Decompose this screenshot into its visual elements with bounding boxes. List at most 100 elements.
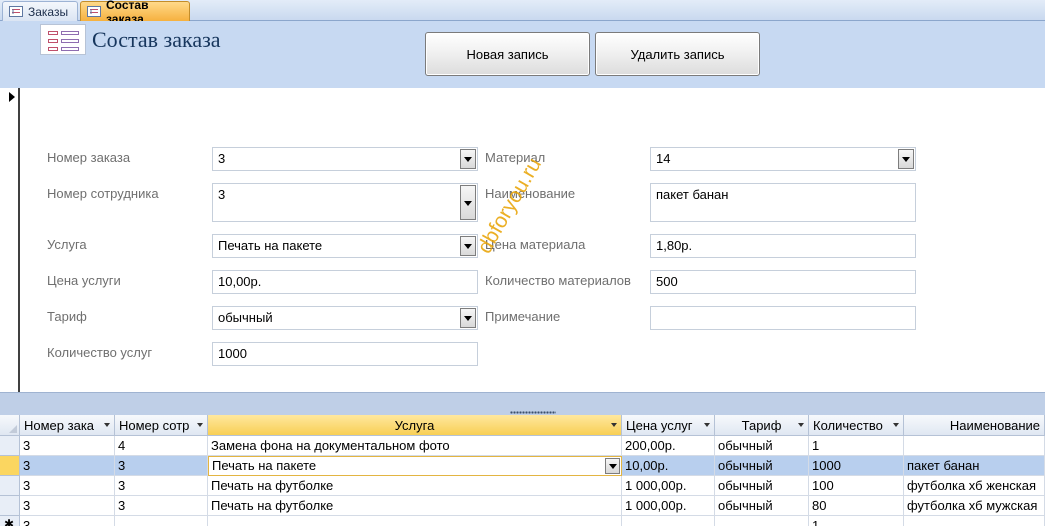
cell-quantity[interactable]: 1000 [809, 456, 904, 476]
cell-service-price[interactable]: 1 000,00р. [622, 476, 715, 496]
cell-tariff[interactable]: обычный [715, 456, 809, 476]
employee-number-label: Номер сотрудника [47, 186, 159, 201]
delete-record-button[interactable]: Удалить запись [595, 32, 760, 76]
record-selector[interactable] [0, 88, 20, 392]
cell-service-price[interactable]: 200,00р. [622, 436, 715, 456]
cell-service[interactable]: Печать на футболке [208, 496, 622, 516]
material-quantity-field[interactable]: 500 [650, 270, 916, 294]
tab-order-composition[interactable]: Состав заказа [80, 0, 190, 26]
order-number-combo[interactable]: 3 [212, 147, 478, 171]
current-record-arrow-icon [9, 92, 15, 102]
form-logo-icon [40, 24, 86, 55]
cell-employee-number[interactable]: 4 [115, 436, 208, 456]
tariff-combo[interactable]: обычный [212, 306, 478, 330]
table-row[interactable]: 3 3 Печать на футболке 1 000,00р. обычны… [0, 496, 1045, 516]
cell-service-editor[interactable]: Печать на пакете [208, 456, 622, 476]
new-record-button[interactable]: Новая запись [425, 32, 590, 76]
form-detail-section: Номер заказа 3 Номер сотрудника 3 Услуга… [0, 88, 1045, 392]
service-quantity-label: Количество услуг [47, 345, 153, 360]
cell-order-number[interactable]: 3 [20, 456, 115, 476]
cell-name[interactable] [904, 516, 1045, 526]
column-header-employee-number[interactable]: Номер сотр [115, 415, 208, 436]
tab-orders[interactable]: Заказы [2, 1, 78, 21]
chevron-down-icon[interactable] [460, 308, 476, 328]
chevron-down-icon[interactable] [704, 423, 710, 427]
service-quantity-field[interactable]: 1000 [212, 342, 478, 366]
chevron-down-icon[interactable] [197, 423, 203, 427]
cell-service-price[interactable] [622, 516, 715, 526]
chevron-down-icon[interactable] [605, 458, 620, 474]
chevron-down-icon[interactable] [893, 423, 899, 427]
select-all-corner[interactable] [0, 415, 20, 436]
cell-tariff[interactable]: обычный [715, 496, 809, 516]
column-header-name[interactable]: Наименование [904, 415, 1045, 436]
column-header-tariff[interactable]: Тариф [715, 415, 809, 436]
cell-service[interactable]: Печать на футболке [208, 476, 622, 496]
chevron-down-icon[interactable] [798, 423, 804, 427]
cell-service[interactable] [208, 516, 622, 526]
cell-employee-number[interactable]: 3 [115, 456, 208, 476]
cell-order-number[interactable]: 3 [20, 516, 115, 526]
column-header-service-price[interactable]: Цена услуг [622, 415, 715, 436]
cell-name[interactable] [904, 436, 1045, 456]
table-row-selected[interactable]: 3 3 Печать на пакете 10,00р. обычный 100… [0, 456, 1045, 476]
cell-service-price[interactable]: 10,00р. [622, 456, 715, 476]
chevron-down-icon[interactable] [460, 149, 476, 169]
cell-order-number[interactable]: 3 [20, 496, 115, 516]
note-label: Примечание [485, 309, 561, 324]
form-header: Состав заказа Новая запись Удалить запис… [0, 21, 1045, 88]
chevron-down-icon[interactable] [611, 423, 617, 427]
service-price-field[interactable]: 10,00р. [212, 270, 478, 294]
cell-name[interactable]: пакет банан [904, 456, 1045, 476]
cell-tariff[interactable]: обычный [715, 436, 809, 456]
row-selector[interactable] [0, 496, 20, 516]
material-price-field[interactable]: 1,80р. [650, 234, 916, 258]
cell-name[interactable]: футболка хб мужская [904, 496, 1045, 516]
splitter-grip-icon[interactable] [510, 411, 556, 414]
chevron-down-icon[interactable] [104, 423, 110, 427]
datasheet: Номер зака Номер сотр Услуга Цена услуг … [0, 415, 1045, 526]
employee-number-combo[interactable]: 3 [212, 183, 478, 222]
cell-service-value: Печать на пакете [212, 458, 317, 473]
material-combo[interactable]: 14 [650, 147, 916, 171]
form-icon [87, 6, 101, 17]
new-record-row[interactable]: 3 1 [0, 516, 1045, 526]
note-field[interactable] [650, 306, 916, 330]
cell-quantity[interactable]: 1 [809, 436, 904, 456]
order-number-label: Номер заказа [47, 150, 131, 165]
document-tab-strip: Заказы Состав заказа [0, 0, 1045, 26]
name-field[interactable]: пакет банан [650, 183, 916, 222]
split-form-splitter[interactable] [0, 392, 1045, 415]
cell-name[interactable]: футболка хб женская [904, 476, 1045, 496]
cell-employee-number[interactable] [115, 516, 208, 526]
service-combo[interactable]: Печать на пакете [212, 234, 478, 258]
tariff-label: Тариф [47, 309, 87, 324]
table-row[interactable]: 3 3 Печать на футболке 1 000,00р. обычны… [0, 476, 1045, 496]
row-selector[interactable] [0, 436, 20, 456]
service-price-label: Цена услуги [47, 273, 121, 288]
cell-order-number[interactable]: 3 [20, 476, 115, 496]
material-quantity-label: Количество материалов [485, 273, 631, 288]
form-title: Состав заказа [92, 27, 221, 52]
cell-employee-number[interactable]: 3 [115, 476, 208, 496]
chevron-down-icon[interactable] [898, 149, 914, 169]
tab-orders-label: Заказы [28, 4, 69, 19]
cell-quantity[interactable]: 1 [809, 516, 904, 526]
new-record-icon[interactable] [0, 516, 20, 526]
cell-tariff[interactable]: обычный [715, 476, 809, 496]
cell-service-price[interactable]: 1 000,00р. [622, 496, 715, 516]
table-row[interactable]: 3 4 Замена фона на документальном фото 2… [0, 436, 1045, 456]
cell-order-number[interactable]: 3 [20, 436, 115, 456]
cell-service[interactable]: Замена фона на документальном фото [208, 436, 622, 456]
service-label: Услуга [47, 237, 87, 252]
row-selector[interactable] [0, 456, 20, 476]
column-header-service[interactable]: Услуга [208, 415, 622, 436]
column-header-quantity[interactable]: Количество [809, 415, 904, 436]
chevron-down-icon[interactable] [460, 185, 476, 220]
cell-tariff[interactable] [715, 516, 809, 526]
cell-quantity[interactable]: 80 [809, 496, 904, 516]
cell-employee-number[interactable]: 3 [115, 496, 208, 516]
row-selector[interactable] [0, 476, 20, 496]
column-header-order-number[interactable]: Номер зака [20, 415, 115, 436]
cell-quantity[interactable]: 100 [809, 476, 904, 496]
